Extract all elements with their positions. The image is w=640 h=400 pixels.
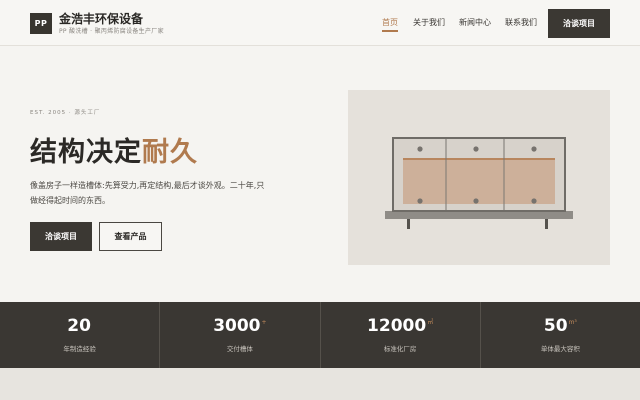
stat-delivered: 3000+ 交付槽体 — [160, 302, 321, 368]
tank-leg-left — [407, 219, 410, 229]
headline-main: 结构决定 — [30, 137, 142, 168]
stat-experience: 20 年制造经验 — [0, 302, 161, 368]
tank-base — [385, 211, 573, 219]
tank-liquid — [403, 159, 555, 204]
nav-item-about[interactable]: 关于我们 — [413, 17, 445, 28]
tank-illustration — [348, 90, 610, 265]
established-label: EST. 2005 · 源头工厂 — [30, 110, 101, 116]
bolt — [531, 146, 537, 152]
stat-value: 50m³ — [543, 316, 577, 336]
view-products-button[interactable]: 查看产品 — [99, 222, 162, 251]
bolt — [531, 198, 537, 204]
site-header: PP 金浩丰环保设备 PP 酸洗槽 · 聚丙烯防腐设备生产厂家 首页 关于我们 … — [0, 0, 640, 46]
stat-value: 3000+ — [213, 316, 267, 336]
nav-item-news[interactable]: 新闻中心 — [459, 17, 491, 28]
next-section-band — [0, 368, 640, 400]
consult-project-button[interactable]: 洽谈项目 — [30, 222, 92, 251]
bolt — [417, 146, 423, 152]
tank-liquid-surface — [403, 158, 555, 160]
stat-unit: m³ — [568, 319, 577, 327]
tank-leg-right — [545, 219, 548, 229]
stat-unit: ㎡ — [427, 319, 434, 327]
stat-label: 单体最大容积 — [540, 345, 580, 353]
brand-name[interactable]: 金浩丰环保设备 — [59, 10, 143, 27]
logo[interactable]: PP — [30, 13, 52, 34]
nav-item-home[interactable]: 首页 — [382, 17, 398, 28]
stat-max-volume: 50m³ 单体最大容积 — [481, 302, 640, 368]
bolt — [417, 198, 423, 204]
tank-svg — [385, 137, 573, 229]
stat-label: 标准化厂房 — [383, 345, 417, 353]
nav-item-contact[interactable]: 联系我们 — [505, 17, 537, 28]
hero-description: 像盖房子一样造槽体:先算受力,再定结构,最后才谈外观。二十年,只做经得起时间的东… — [30, 181, 265, 205]
hero-headline: 结构决定耐久 — [30, 130, 198, 169]
header-cta-button[interactable]: 洽谈项目 — [548, 9, 610, 38]
brand-tagline: PP 酸洗槽 · 聚丙烯防腐设备生产厂家 — [59, 28, 164, 35]
headline-accent: 耐久 — [142, 137, 198, 168]
bolt — [473, 146, 479, 152]
stat-value: 20 — [67, 316, 91, 336]
stat-unit: + — [261, 319, 267, 327]
stats-band: 20 年制造经验 3000+ 交付槽体 12000㎡ 标准化厂房 50m³ 单体… — [0, 302, 640, 368]
stat-label: 交付槽体 — [226, 345, 253, 353]
stat-value: 12000㎡ — [367, 316, 434, 336]
stat-factory-area: 12000㎡ 标准化厂房 — [321, 302, 481, 368]
stat-label: 年制造经验 — [63, 345, 96, 353]
bolt — [473, 198, 479, 204]
nav-active-indicator — [382, 30, 398, 32]
